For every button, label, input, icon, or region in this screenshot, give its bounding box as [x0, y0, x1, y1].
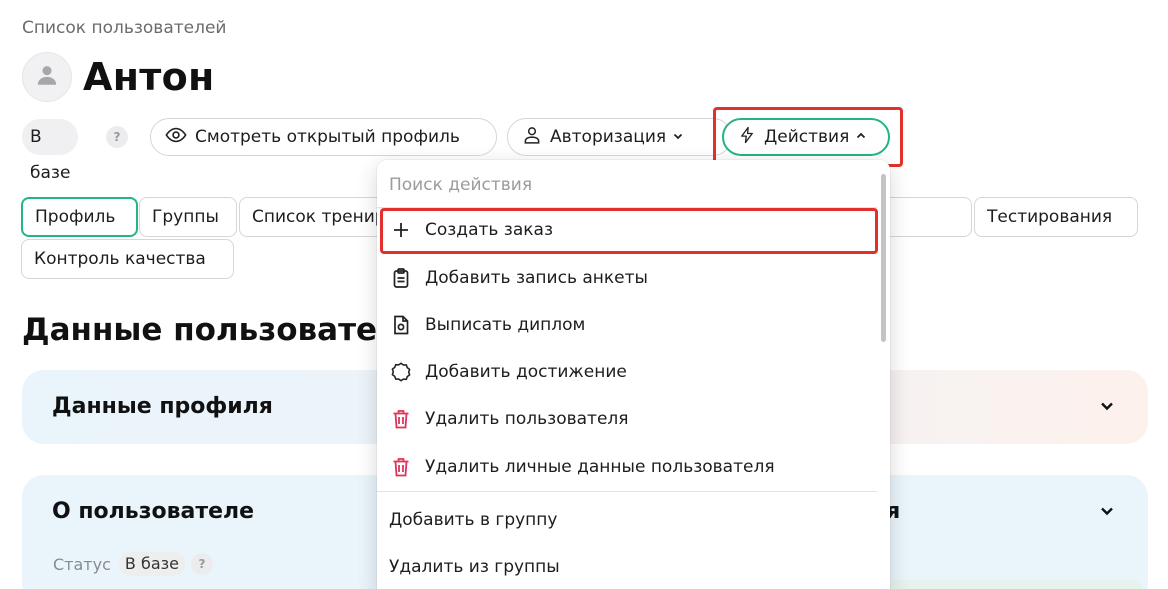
- tab-groups[interactable]: Группы: [139, 197, 237, 237]
- next-card: [880, 580, 1146, 589]
- actions-button[interactable]: Действия: [722, 118, 890, 156]
- delete-user-item[interactable]: Удалить пользователя: [377, 397, 877, 441]
- breadcrumb[interactable]: Список пользователей: [22, 18, 226, 38]
- add-achievement-item[interactable]: Добавить достижение: [377, 350, 877, 394]
- view-public-profile-label: Смотреть открытый профиль: [195, 127, 460, 147]
- add-achievement-label: Добавить достижение: [425, 362, 627, 382]
- eye-icon: [165, 124, 195, 151]
- plus-icon: [389, 218, 413, 242]
- tab-profile[interactable]: Профиль: [21, 197, 138, 237]
- badge-icon: [389, 360, 413, 384]
- authorization-button[interactable]: Авторизация: [507, 118, 732, 156]
- chevron-down-icon: [672, 127, 692, 147]
- chevron-down-icon[interactable]: [1098, 397, 1116, 419]
- issue-diploma-item[interactable]: Выписать диплом: [377, 303, 877, 347]
- remove-from-group-item[interactable]: Удалить из группы: [377, 545, 877, 589]
- user-icon: [34, 62, 60, 92]
- remove-from-group-label: Удалить из группы: [389, 557, 560, 577]
- view-public-profile-button[interactable]: Смотреть открытый профиль: [150, 118, 497, 156]
- avatar: [22, 52, 72, 102]
- person-icon: [522, 125, 550, 150]
- tab-quality-control[interactable]: Контроль качества: [21, 239, 234, 279]
- add-survey-record-item[interactable]: Добавить запись анкеты: [377, 256, 877, 300]
- add-to-group-label: Добавить в группу: [389, 510, 558, 530]
- help-icon[interactable]: ?: [190, 553, 213, 575]
- dropdown-scrollbar[interactable]: [881, 174, 886, 342]
- about-user-card-title: О пользователе: [52, 499, 255, 524]
- add-to-group-item[interactable]: Добавить в группу: [377, 498, 877, 542]
- trash-icon: [389, 455, 413, 479]
- lightning-icon: [738, 125, 764, 150]
- clipboard-icon: [389, 266, 413, 290]
- trash-icon: [389, 407, 413, 431]
- create-order-item[interactable]: Создать заказ: [377, 208, 877, 252]
- chevron-up-icon: [855, 127, 875, 147]
- tab-trainings[interactable]: Список тренировок: [239, 197, 389, 237]
- chevron-down-icon[interactable]: [1098, 502, 1116, 524]
- action-search-input[interactable]: [389, 172, 859, 198]
- tab-testing[interactable]: Тестирования: [974, 197, 1138, 237]
- divider: [377, 491, 877, 492]
- user-header: Антон: [22, 52, 215, 102]
- delete-personal-data-label: Удалить личные данные пользователя: [425, 457, 775, 477]
- section-title: Данные пользователя: [22, 312, 420, 348]
- create-order-label: Создать заказ: [425, 220, 553, 240]
- delete-personal-data-item[interactable]: Удалить личные данные пользователя: [377, 445, 877, 489]
- actions-label: Действия: [764, 127, 850, 147]
- diploma-icon: [389, 313, 413, 337]
- delete-user-label: Удалить пользователя: [425, 409, 629, 429]
- page-title: Антон: [83, 55, 215, 99]
- about-status-label: Статус: [53, 554, 111, 574]
- issue-diploma-label: Выписать диплом: [425, 315, 586, 335]
- about-status-row: Статус В базе ?: [53, 552, 213, 576]
- status-badge: В базе: [22, 119, 79, 183]
- authorization-label: Авторизация: [550, 127, 667, 147]
- profile-data-card-title: Данные профиля: [52, 394, 273, 419]
- add-survey-record-label: Добавить запись анкеты: [425, 268, 648, 288]
- about-status-badge: В базе: [118, 552, 185, 576]
- help-icon[interactable]: ?: [106, 126, 128, 148]
- actions-dropdown: Создать заказ Добавить запись анкеты Вып…: [377, 160, 890, 589]
